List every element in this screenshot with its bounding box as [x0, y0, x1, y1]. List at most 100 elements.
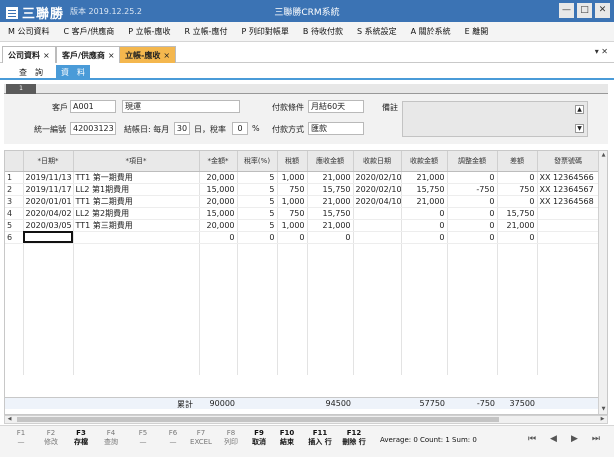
customer-code-input[interactable]: A001	[70, 100, 116, 113]
table-row[interactable]: 2 2019/11/17 LL2 第1期費用 15,000 5 750 15,750 2020…	[5, 183, 600, 196]
table-cell[interactable]: 2020/04/02	[23, 207, 74, 220]
table-cell[interactable]: 2020/04/10	[353, 195, 402, 208]
table-cell[interactable]: XX 12364568	[537, 195, 600, 208]
first-record-icon[interactable]: ⏮	[528, 434, 536, 444]
tab-list-controls[interactable]: ▾ ✕	[595, 47, 608, 56]
table-cell[interactable]: 2020/03/05	[23, 219, 74, 232]
table-cell[interactable]: 5	[237, 183, 278, 196]
table-cell[interactable]: 0	[447, 231, 498, 244]
pay-term-field[interactable]: 月結60天	[308, 100, 364, 113]
table-cell[interactable]: LL2 第1期費用	[73, 183, 200, 196]
menu-print-statement[interactable]: P 列印對帳單	[242, 26, 289, 37]
menu-company[interactable]: M 公司資料	[8, 26, 49, 37]
table-cell[interactable]: 2019/11/17	[23, 183, 74, 196]
tax-rate-input[interactable]: 0	[232, 122, 248, 135]
scroll-right-icon[interactable]: ▶	[598, 416, 607, 423]
tab-data[interactable]: 資 料	[56, 65, 90, 80]
table-cell[interactable]: 5	[237, 171, 278, 184]
table-cell[interactable]	[353, 207, 402, 220]
fkey-f3[interactable]: F3 存檔	[66, 429, 96, 447]
table-row[interactable]: 3 2020/01/01 TT1 第二期費用 20,000 5 1,000 21,000 20…	[5, 195, 600, 208]
table-cell[interactable]: 0	[401, 231, 448, 244]
table-cell[interactable]: 5	[237, 219, 278, 232]
table-cell[interactable]: 750	[277, 207, 308, 220]
prev-record-icon[interactable]: ◀	[550, 434, 557, 444]
tab-customer[interactable]: 客戶/供應商 ×	[56, 46, 121, 63]
menu-about[interactable]: A 關於系統	[411, 26, 451, 37]
table-cell[interactable]: 1,000	[277, 195, 308, 208]
vertical-scrollbar[interactable]: ▲ ▼	[598, 151, 607, 414]
tab-receivable[interactable]: 立帳-應收 ×	[119, 46, 177, 63]
menu-customer[interactable]: C 客戶/供應商	[63, 26, 114, 37]
fkey-f6[interactable]: F6—	[158, 429, 188, 447]
fkey-f2[interactable]: F2 修改	[36, 429, 66, 447]
table-cell[interactable]: 15,750	[401, 183, 448, 196]
table-cell[interactable]	[537, 231, 600, 244]
col-header-invoice[interactable]: 發票號碼	[537, 151, 600, 172]
table-cell[interactable]: 750	[497, 183, 538, 196]
table-cell[interactable]: 0	[447, 195, 498, 208]
table-cell[interactable]: 0	[447, 207, 498, 220]
table-cell[interactable]: 21,000	[307, 195, 354, 208]
table-cell[interactable]: 2019/11/13	[23, 171, 74, 184]
fkey-f1[interactable]: F1—	[6, 429, 36, 447]
col-header-tax-rate[interactable]: 稅率(%)	[237, 151, 278, 172]
table-cell[interactable]: TT1 第一期費用	[73, 171, 200, 184]
close-icon[interactable]: ×	[163, 51, 170, 60]
scroll-up-icon[interactable]: ▲	[575, 105, 584, 114]
col-header-diff[interactable]: 差額	[497, 151, 538, 172]
close-icon[interactable]: ×	[108, 51, 115, 60]
table-cell[interactable]: 0	[401, 219, 448, 232]
menu-exit[interactable]: E 離開	[465, 26, 489, 37]
table-cell[interactable]: 0	[497, 195, 538, 208]
fkey-f12[interactable]: F12 刪除 行	[339, 429, 369, 447]
table-cell[interactable]: 0	[497, 231, 538, 244]
col-header-adjust[interactable]: 調整金額	[447, 151, 498, 172]
table-cell[interactable]	[353, 219, 402, 232]
memo-textarea[interactable]: ▲ ▼	[402, 101, 588, 137]
table-row[interactable]: 5 2020/03/05 TT1 第三期費用 20,000 5 1,000 21,000 0 0…	[5, 219, 600, 232]
table-cell[interactable]: 21,000	[307, 171, 354, 184]
scroll-left-icon[interactable]: ◀	[5, 416, 14, 423]
last-record-icon[interactable]: ⏭	[592, 434, 600, 444]
fkey-f10[interactable]: F10 結束	[272, 429, 302, 447]
table-cell[interactable]: 21,000	[497, 219, 538, 232]
table-cell[interactable]: 2020/01/01	[23, 195, 74, 208]
table-cell[interactable]: 5	[237, 195, 278, 208]
fkey-f4[interactable]: F4 查詢	[96, 429, 126, 447]
table-cell[interactable]: 1,000	[277, 219, 308, 232]
scroll-down-icon[interactable]: ▼	[575, 124, 584, 133]
table-cell[interactable]: 15,000	[199, 183, 238, 196]
fkey-f8[interactable]: F8 列印	[216, 429, 246, 447]
table-cell[interactable]: LL2 第2期費用	[73, 207, 200, 220]
col-header-date[interactable]: *日期*	[23, 151, 74, 172]
fkey-f7[interactable]: F7 EXCEL	[186, 429, 216, 447]
table-cell[interactable]: 0	[307, 231, 354, 244]
tax-id-field[interactable]: 42003123	[70, 122, 116, 135]
table-cell[interactable]: 1,000	[277, 171, 308, 184]
table-cell[interactable]: 15,000	[199, 207, 238, 220]
col-header-item[interactable]: *項目*	[73, 151, 200, 172]
table-cell[interactable]: 20,000	[199, 171, 238, 184]
fkey-f9[interactable]: F9 取消	[244, 429, 274, 447]
table-cell[interactable]: TT1 第三期費用	[73, 219, 200, 232]
table-cell[interactable]: 0	[447, 171, 498, 184]
pay-method-field[interactable]: 匯款	[308, 122, 364, 135]
menu-payable[interactable]: R 立帳-應付	[185, 26, 228, 37]
table-cell[interactable]: XX 12364566	[537, 171, 600, 184]
fkey-f11[interactable]: F11 插入 行	[305, 429, 335, 447]
maximize-button[interactable]: □	[577, 3, 592, 18]
col-header-received-date[interactable]: 收款日期	[353, 151, 402, 172]
close-window-button[interactable]: ✕	[595, 3, 610, 18]
col-header-tax[interactable]: 稅額	[277, 151, 308, 172]
table-cell[interactable]: 0	[199, 231, 238, 244]
table-cell[interactable]	[537, 219, 600, 232]
table-cell[interactable]: 0	[401, 207, 448, 220]
table-cell[interactable]: 21,000	[401, 195, 448, 208]
table-cell[interactable]: 5	[237, 207, 278, 220]
menu-pending-payments[interactable]: B 待收付款	[303, 26, 343, 37]
next-record-icon[interactable]: ▶	[571, 434, 578, 444]
fkey-f5[interactable]: F5—	[128, 429, 158, 447]
table-cell[interactable]: 15,750	[307, 183, 354, 196]
horizontal-scrollbar[interactable]: ◀ ▶	[4, 415, 608, 424]
